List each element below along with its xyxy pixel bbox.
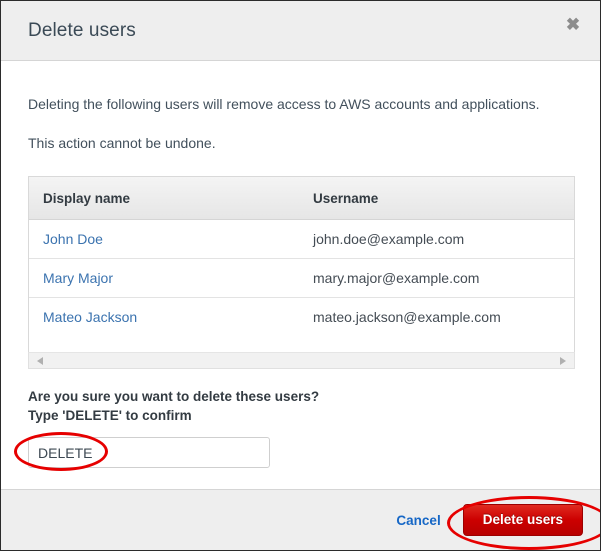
delete-users-dialog: Delete users ✖ Deleting the following us… — [0, 0, 601, 551]
table-head: Display name Username — [29, 177, 574, 220]
delete-confirm-input[interactable] — [28, 437, 270, 468]
caret-left-icon[interactable] — [37, 357, 43, 365]
users-table-container: Display name Username John Doe john.doe@… — [28, 176, 575, 352]
confirm-question: Are you sure you want to delete these us… — [28, 387, 573, 406]
delete-users-button[interactable]: Delete users — [463, 504, 583, 536]
dialog-body: Deleting the following users will remove… — [1, 61, 600, 489]
cell-username: john.doe@example.com — [299, 220, 574, 259]
table-header-row: Display name Username — [29, 177, 574, 220]
caret-right-icon[interactable] — [560, 357, 566, 365]
table-horizontal-scrollbar[interactable] — [28, 352, 575, 369]
cell-display-name: Mary Major — [29, 259, 299, 298]
cancel-button[interactable]: Cancel — [396, 513, 440, 528]
cell-display-name: Mateo Jackson — [29, 298, 299, 337]
cell-display-name: John Doe — [29, 220, 299, 259]
user-link[interactable]: John Doe — [43, 231, 103, 247]
user-link[interactable]: Mateo Jackson — [43, 309, 137, 325]
delete-users-button-wrap: Delete users — [463, 504, 583, 536]
users-table: Display name Username John Doe john.doe@… — [29, 177, 574, 336]
table-row: Mateo Jackson mateo.jackson@example.com — [29, 298, 574, 337]
table-row: Mary Major mary.major@example.com — [29, 259, 574, 298]
body-line-2: This action cannot be undone. — [28, 113, 573, 152]
cell-username: mary.major@example.com — [299, 259, 574, 298]
confirm-block: Are you sure you want to delete these us… — [28, 387, 573, 468]
dialog-title: Delete users — [28, 20, 136, 42]
close-icon[interactable]: ✖ — [560, 12, 586, 38]
confirm-input-row — [28, 437, 270, 468]
table-body: John Doe john.doe@example.com Mary Major… — [29, 220, 574, 337]
dialog-footer: Cancel Delete users — [1, 489, 600, 550]
column-header-display-name: Display name — [29, 177, 299, 220]
column-header-username: Username — [299, 177, 574, 220]
dialog-header: Delete users ✖ — [1, 1, 600, 61]
table-bottom-spacer — [29, 336, 574, 352]
user-link[interactable]: Mary Major — [43, 270, 113, 286]
table-row: John Doe john.doe@example.com — [29, 220, 574, 259]
cell-username: mateo.jackson@example.com — [299, 298, 574, 337]
footer-actions: Cancel Delete users — [396, 490, 583, 550]
confirm-instruction: Type 'DELETE' to confirm — [28, 406, 573, 425]
body-line-1: Deleting the following users will remove… — [28, 61, 573, 113]
